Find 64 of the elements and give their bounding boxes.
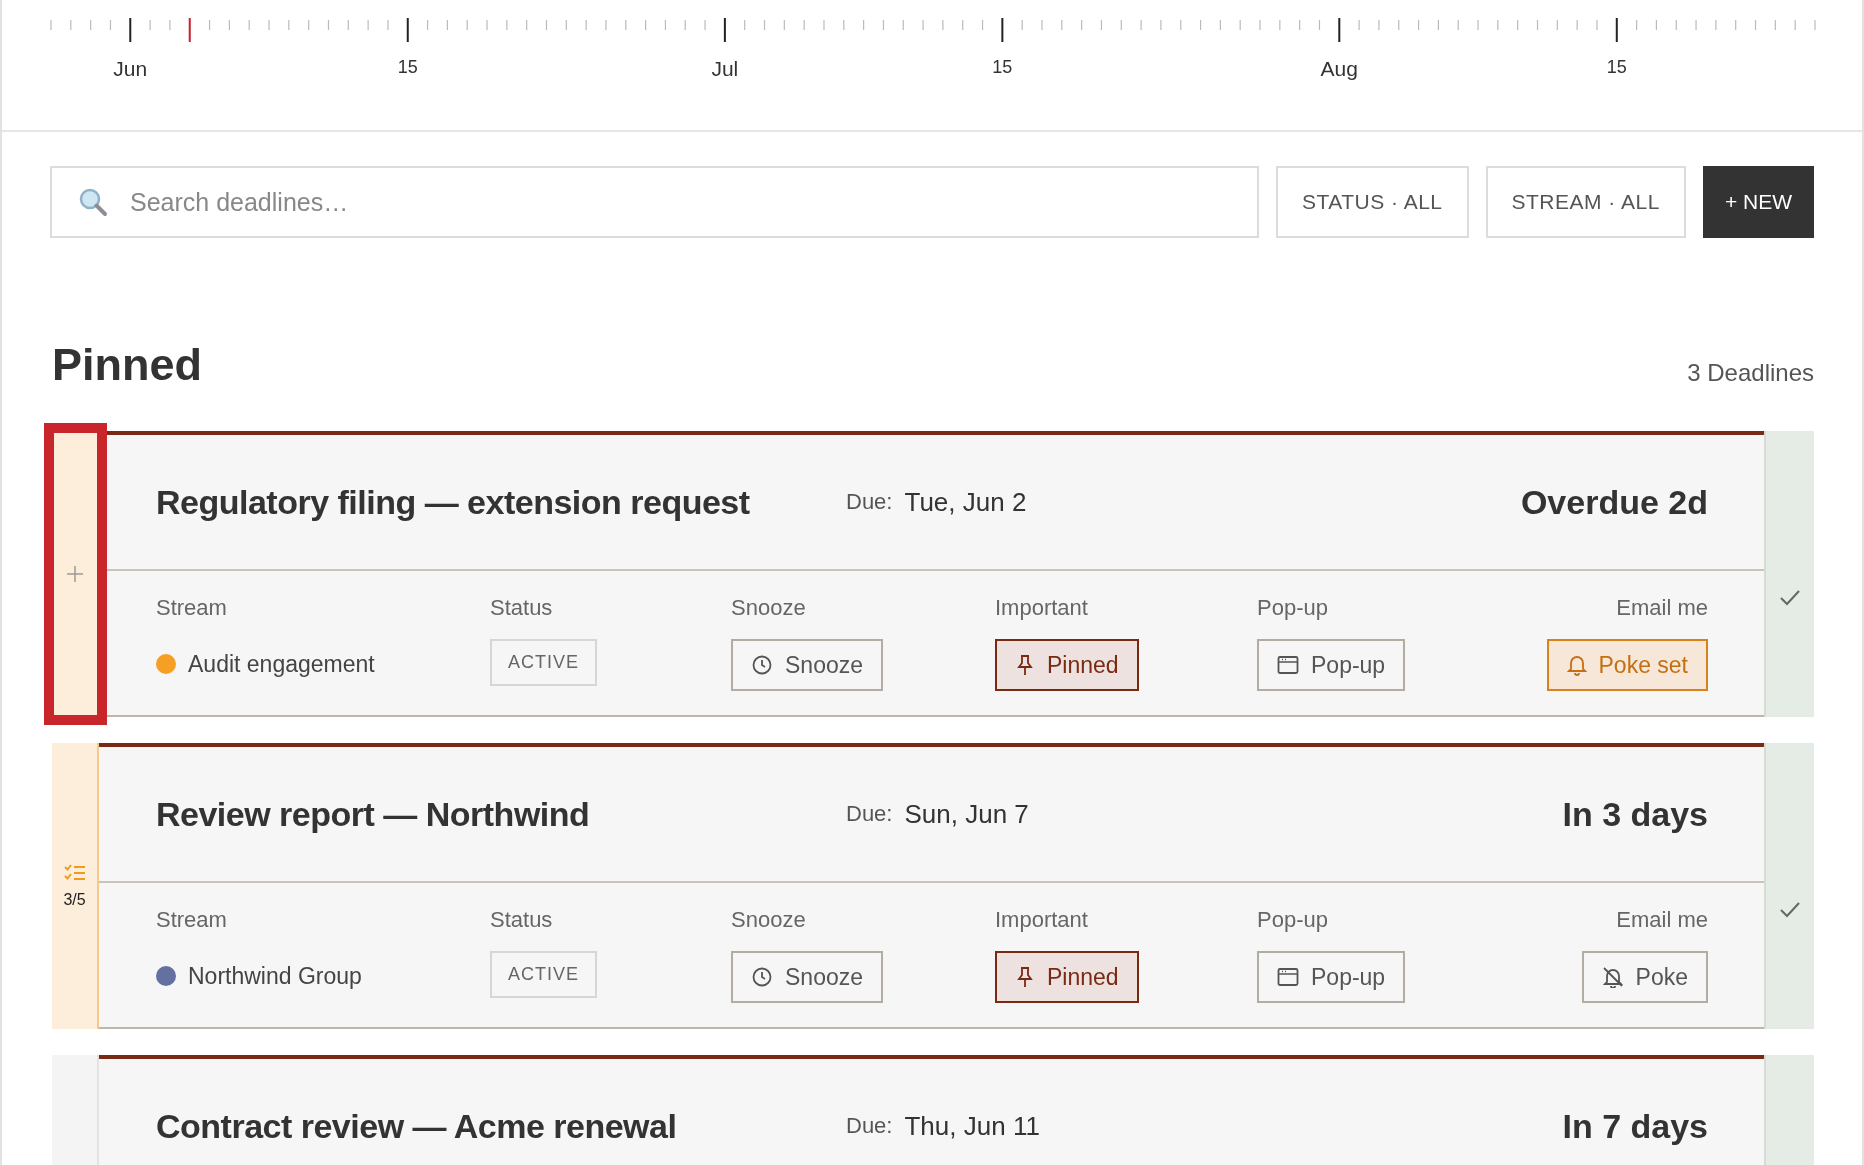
snooze-button[interactable]: Snooze xyxy=(731,951,883,1003)
section-title: Pinned xyxy=(52,342,202,387)
axis-label: 15 xyxy=(1606,57,1627,77)
field-label: Snooze xyxy=(731,907,806,933)
filter-button[interactable]: STATUS · ALL xyxy=(1275,166,1469,238)
field-label: Email me xyxy=(1616,907,1708,933)
checklist-icon xyxy=(63,863,86,883)
deadline-title: Contract review — Acme renewal xyxy=(156,1106,678,1146)
pin-icon xyxy=(1015,654,1035,676)
field-label: Snooze xyxy=(731,595,806,621)
deadline-title: Regulatory filing — extension request xyxy=(156,482,751,522)
axis-label: Aug xyxy=(1320,57,1358,80)
countdown: Overdue 2d xyxy=(1520,482,1708,522)
countdown: In 7 days xyxy=(1562,1106,1708,1146)
card-side-strip[interactable]: 3/5 xyxy=(52,743,99,1029)
check-icon xyxy=(1779,901,1801,919)
field-label: Stream xyxy=(156,907,227,933)
field-label: Stream xyxy=(156,595,227,621)
check-icon xyxy=(1779,589,1801,607)
new-button[interactable]: + NEW xyxy=(1702,166,1814,238)
field-label: Status xyxy=(490,595,553,621)
clock-icon xyxy=(751,966,773,988)
bell-off-icon xyxy=(1601,966,1624,988)
search-field[interactable]: Search deadlines… xyxy=(50,166,1259,238)
bell-icon xyxy=(1566,654,1587,676)
deadline-count: 3 Deadlines xyxy=(1687,359,1814,387)
axis-label: Jul xyxy=(711,57,739,80)
axis-label: 15 xyxy=(397,57,418,77)
popup-button[interactable]: Pop-up xyxy=(1257,639,1406,691)
window-icon xyxy=(1277,655,1299,675)
due-label: Due: xyxy=(846,489,893,515)
search-icon xyxy=(78,187,108,217)
field-label: Status xyxy=(490,907,553,933)
stream-name: Northwind Group xyxy=(188,962,362,990)
done-button[interactable] xyxy=(1779,589,1801,607)
status-tag: ACTIVE xyxy=(490,639,597,686)
email-button[interactable]: Poke xyxy=(1581,951,1708,1003)
axis-label: 15 xyxy=(992,57,1013,77)
due-date: Sun, Jun 7 xyxy=(904,798,1029,830)
pin-icon xyxy=(1015,966,1035,988)
field-label: Important xyxy=(995,595,1088,621)
deadline-title: Review report — Northwind xyxy=(156,794,591,834)
field-label: Important xyxy=(995,907,1088,933)
countdown: In 3 days xyxy=(1562,794,1708,834)
snooze-button[interactable]: Snooze xyxy=(731,639,883,691)
stream-name: Audit engagement xyxy=(188,650,375,678)
checklist-progress: 3/5 xyxy=(63,891,86,909)
due-label: Due: xyxy=(846,801,893,827)
popup-button[interactable]: Pop-up xyxy=(1257,951,1406,1003)
done-button[interactable] xyxy=(1779,901,1801,919)
pin-button[interactable]: Pinned xyxy=(995,639,1139,691)
status-tag: ACTIVE xyxy=(490,951,597,998)
due-date: Tue, Jun 2 xyxy=(904,486,1027,518)
due-date: Thu, Jun 11 xyxy=(904,1110,1040,1142)
field-label: Pop-up xyxy=(1257,907,1328,933)
field-label: Email me xyxy=(1616,595,1708,621)
filter-button[interactable]: STREAM · ALL xyxy=(1485,166,1686,238)
axis-label: Jun xyxy=(113,57,148,80)
window-icon xyxy=(1277,967,1299,987)
plus-icon xyxy=(65,565,84,583)
field-label: Pop-up xyxy=(1257,595,1328,621)
pin-button[interactable]: Pinned xyxy=(995,951,1139,1003)
clock-icon xyxy=(751,654,773,676)
due-label: Due: xyxy=(846,1113,893,1139)
